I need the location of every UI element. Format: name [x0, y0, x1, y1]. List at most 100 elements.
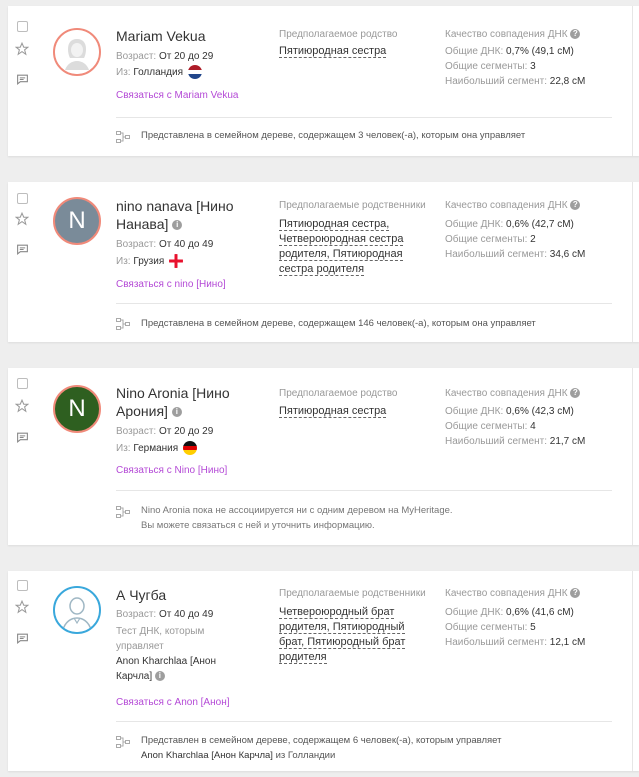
- match-name[interactable]: Nino Aronia [Нино Арония] i: [116, 384, 266, 420]
- star-icon[interactable]: [15, 600, 29, 614]
- star-icon[interactable]: [15, 212, 29, 226]
- segments-label: Общие сегменты:: [445, 61, 528, 72]
- manager-name-line1[interactable]: Anon Kharchlaa [Анон: [116, 656, 216, 667]
- relation-value[interactable]: Пятиюродная сестра: [279, 44, 414, 59]
- message-icon[interactable]: [15, 72, 29, 86]
- divider: [116, 490, 612, 491]
- info-icon[interactable]: i: [172, 220, 183, 231]
- tree-info-line1: Nino Aronia пока не ассоциируется ни с о…: [141, 505, 453, 516]
- message-icon[interactable]: [15, 631, 29, 645]
- tree-info: Представлена в семейном дереве, содержащ…: [141, 318, 536, 329]
- tree-info: Представлен в семейном дереве, содержаще…: [141, 733, 611, 763]
- select-checkbox[interactable]: [15, 19, 29, 33]
- largest-value: 12,1 сМ: [549, 637, 586, 648]
- match-name[interactable]: nino nanava [Нино Нанава] i: [116, 197, 266, 233]
- segments-label: Общие сегменты:: [445, 622, 528, 633]
- shared-dna-row: Общие ДНК: 0,7% (49,1 сМ): [445, 44, 574, 59]
- quality-title: Качество совпадения ДНК ?: [445, 588, 581, 599]
- netherlands-flag-icon: [187, 65, 202, 80]
- card-edge: [632, 368, 633, 545]
- avatar-letter: N: [68, 395, 86, 422]
- info-icon[interactable]: i: [171, 407, 182, 418]
- avatar[interactable]: N: [53, 385, 101, 433]
- match-name[interactable]: Mariam Vekua: [116, 27, 266, 45]
- match-card: А Чугба Возраст: От 40 до 49 Тест ДНК, к…: [8, 571, 639, 771]
- quality-title: Качество совпадения ДНК ?: [445, 200, 581, 211]
- avatar[interactable]: N: [53, 197, 101, 245]
- relation-value[interactable]: Пятиюродная сестра: [279, 404, 414, 419]
- select-checkbox[interactable]: [15, 578, 29, 592]
- tree-manager-link[interactable]: Anon Kharchlaa [Анон Карчла]: [141, 750, 273, 761]
- family-tree-icon: [116, 317, 130, 330]
- germany-flag-icon: [182, 441, 197, 456]
- largest-row: Наибольший сегмент: 22,8 сМ: [445, 74, 585, 89]
- shared-dna-value: 0,7% (49,1 сМ): [506, 46, 574, 57]
- avatar[interactable]: [53, 28, 101, 76]
- star-icon[interactable]: [15, 399, 29, 413]
- age-label: Возраст:: [116, 51, 157, 62]
- avatar[interactable]: [53, 586, 101, 634]
- match-name-line1: nino nanava [Нино: [116, 198, 234, 214]
- country-value: Германия: [133, 443, 179, 454]
- message-icon[interactable]: [15, 242, 29, 256]
- match-name-line2: Нанава]: [116, 216, 169, 232]
- help-icon[interactable]: ?: [570, 200, 581, 211]
- georgia-flag-icon: [169, 254, 184, 269]
- shared-dna-label: Общие ДНК:: [445, 46, 504, 57]
- info-icon[interactable]: i: [154, 671, 165, 682]
- age-label: Возраст:: [116, 609, 157, 620]
- relation-line: брат, Пятиюродный брат: [279, 636, 406, 649]
- match-card: Mariam Vekua Возраст: От 20 до 29 Из: Го…: [8, 6, 639, 156]
- family-tree-icon: [116, 735, 130, 748]
- help-icon[interactable]: ?: [570, 588, 581, 599]
- contact-link[interactable]: Связаться с Nino [Нино]: [116, 465, 227, 476]
- age-label: Возраст:: [116, 426, 157, 437]
- relation-value[interactable]: Пятиюродная сестра, Четвероюродная сестр…: [279, 217, 414, 277]
- relation-line: Пятиюродная сестра: [279, 405, 387, 418]
- largest-row: Наибольший сегмент: 21,7 сМ: [445, 434, 585, 449]
- quality-title-text: Качество совпадения ДНК: [445, 29, 568, 40]
- message-icon[interactable]: [15, 430, 29, 444]
- largest-value: 22,8 сМ: [549, 76, 586, 87]
- card-actions: [8, 6, 35, 156]
- tree-info-line2: из Голландии: [272, 750, 336, 761]
- match-name[interactable]: А Чугба: [116, 586, 266, 604]
- age-row: Возраст: От 20 до 29: [116, 49, 266, 64]
- largest-row: Наибольший сегмент: 12,1 сМ: [445, 635, 585, 650]
- segments-row: Общие сегменты: 2: [445, 232, 536, 247]
- relation-line: Пятиюродная сестра,: [279, 218, 390, 231]
- shared-dna-row: Общие ДНК: 0,6% (42,7 сМ): [445, 217, 574, 232]
- manager-name-line2[interactable]: Карчла]: [116, 671, 152, 682]
- relation-title: Предполагаемые родственники: [279, 200, 426, 211]
- female-silhouette-icon: [55, 30, 99, 74]
- relation-value[interactable]: Четвероюродный брат родителя, Пятиюродны…: [279, 605, 414, 665]
- largest-label: Наибольший сегмент:: [445, 436, 547, 447]
- help-icon[interactable]: ?: [570, 388, 581, 399]
- quality-title-text: Качество совпадения ДНК: [445, 388, 568, 399]
- shared-dna-row: Общие ДНК: 0,6% (42,3 сМ): [445, 404, 574, 419]
- country-value: Грузия: [133, 256, 165, 267]
- segments-label: Общие сегменты:: [445, 421, 528, 432]
- male-silhouette-icon: [55, 588, 99, 632]
- card-edge: [632, 571, 633, 771]
- segments-row: Общие сегменты: 5: [445, 620, 536, 635]
- age-value: От 20 до 29: [158, 426, 214, 437]
- contact-link[interactable]: Связаться с Mariam Vekua: [116, 90, 238, 101]
- select-checkbox[interactable]: [15, 191, 29, 205]
- age-row: Возраст: От 40 до 49: [116, 607, 266, 622]
- largest-value: 34,6 сМ: [549, 249, 586, 260]
- relation-title: Предполагаемое родство: [279, 388, 398, 399]
- relation-title: Предполагаемые родственники: [279, 588, 426, 599]
- select-checkbox[interactable]: [15, 376, 29, 390]
- shared-dna-value: 0,6% (42,3 сМ): [506, 406, 574, 417]
- managed-by: Тест ДНК, которым управляет Anon Kharchl…: [116, 624, 266, 684]
- relation-line: родителя, Пятиюродная: [279, 248, 403, 261]
- shared-dna-value: 0,6% (42,7 сМ): [506, 219, 574, 230]
- tree-info-line1: Представлен в семейном дереве, содержаще…: [141, 735, 502, 746]
- help-icon[interactable]: ?: [570, 29, 581, 40]
- contact-link[interactable]: Связаться с Anon [Анон]: [116, 697, 230, 708]
- relation-line: Четвероюродный брат: [279, 606, 395, 619]
- contact-link[interactable]: Связаться с nino [Нино]: [116, 279, 226, 290]
- largest-row: Наибольший сегмент: 34,6 сМ: [445, 247, 585, 262]
- star-icon[interactable]: [15, 42, 29, 56]
